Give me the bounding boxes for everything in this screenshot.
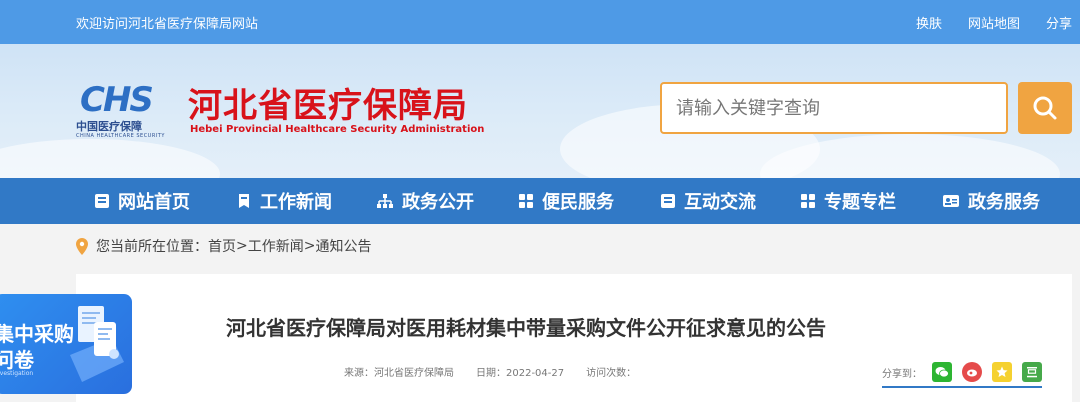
article-card: 河北省医疗保障局对医用耗材集中带量采购文件公开征求意见的公告 来源：河北省医疗保… <box>76 274 1072 402</box>
date-value: 2022-04-27 <box>506 368 565 379</box>
nav-label: 网站首页 <box>118 192 190 213</box>
weibo-icon[interactable] <box>962 362 982 382</box>
logo-cn: 中国医疗保障 <box>76 120 142 133</box>
share-divider <box>882 386 1042 388</box>
search-input[interactable] <box>660 82 1008 134</box>
chs-logo[interactable]: CHS 中国医疗保障 CHINA HEALTHCARE SECURITY <box>76 80 171 140</box>
site-subtitle: Hebei Provincial Healthcare Security Adm… <box>190 124 485 135</box>
qzone-icon[interactable] <box>992 362 1012 382</box>
doc-list-icon <box>95 194 109 208</box>
nav-label: 政务公开 <box>402 192 474 213</box>
share-link[interactable]: 分享 <box>1046 13 1072 32</box>
douban-icon[interactable] <box>1022 362 1042 382</box>
nav-label: 工作新闻 <box>260 192 332 213</box>
breadcrumb-separator: > <box>303 238 316 254</box>
nav-special[interactable]: 专题专栏 <box>800 178 896 224</box>
nav-news[interactable]: 工作新闻 <box>236 178 332 224</box>
breadcrumb-current[interactable]: 通知公告 <box>315 236 371 256</box>
nav-gov-open[interactable]: 政务公开 <box>376 178 474 224</box>
welcome-text: 欢迎访问河北省医疗保障局网站 <box>76 17 259 32</box>
breadcrumb-prefix: 您当前所在位置： <box>96 239 208 255</box>
nav-home[interactable]: 网站首页 <box>94 178 190 224</box>
banner-line2: 问卷 <box>0 348 34 372</box>
site-header: CHS 中国医疗保障 CHINA HEALTHCARE SECURITY 河北省… <box>0 44 1080 178</box>
survey-banner[interactable]: 集中采购 问卷 nvestigation <box>0 294 132 394</box>
nav-interaction[interactable]: 互动交流 <box>660 178 756 224</box>
sitemap-link[interactable]: 网站地图 <box>968 13 1020 32</box>
site-title: 河北省医疗保障局 <box>188 86 468 126</box>
share-label: 分享到： <box>882 368 922 380</box>
nav-gov-service[interactable]: 政务服务 <box>942 178 1040 224</box>
article-meta: 来源：河北省医疗保障局 日期：2022-04-27 访问次数： <box>344 364 636 379</box>
nav-label: 专题专栏 <box>824 192 896 213</box>
nav-label: 政务服务 <box>968 192 1040 213</box>
search-icon <box>1033 96 1057 120</box>
logo-text: CHS <box>80 80 154 120</box>
banner-line3: nvestigation <box>0 370 34 377</box>
date-label: 日期： <box>476 368 506 379</box>
source-value: 河北省医疗保障局 <box>374 368 454 379</box>
nav-label: 互动交流 <box>684 192 756 213</box>
top-links: 换肤 网站地图 分享 <box>916 13 1072 32</box>
breadcrumb-home[interactable]: 首页 <box>208 236 236 256</box>
date-meta: 日期：2022-04-27 <box>476 364 564 379</box>
banner-line1: 集中采购 <box>0 322 74 346</box>
search-button[interactable] <box>1018 82 1072 134</box>
org-chart-icon <box>377 194 393 208</box>
top-bar: 欢迎访问河北省医疗保障局网站 换肤 网站地图 分享 <box>0 0 1080 44</box>
location-pin-icon <box>76 237 88 255</box>
views-label: 访问次数： <box>586 368 637 379</box>
wechat-icon[interactable] <box>932 362 952 382</box>
skin-link[interactable]: 换肤 <box>916 13 942 32</box>
main-nav: 网站首页 工作新闻 政务公开 便民服务 互动交流 专题专栏 政务服务 <box>0 178 1080 224</box>
nav-services[interactable]: 便民服务 <box>518 178 614 224</box>
cloud-decoration <box>0 139 220 178</box>
grid-icon <box>519 194 533 208</box>
share-bar: 分享到： <box>882 362 1042 382</box>
id-card-icon <box>943 195 959 207</box>
breadcrumb: 您当前所在位置： 首页 > 工作新闻 > 通知公告 <box>76 236 371 256</box>
source-meta: 来源：河北省医疗保障局 <box>344 364 454 379</box>
source-label: 来源： <box>344 368 374 379</box>
logo-en: CHINA HEALTHCARE SECURITY <box>76 133 165 139</box>
breadcrumb-separator: > <box>236 238 248 254</box>
nav-label: 便民服务 <box>542 192 614 213</box>
doc-list-icon <box>661 194 675 208</box>
article-title: 河北省医疗保障局对医用耗材集中带量采购文件公开征求意见的公告 <box>226 316 826 340</box>
bookmark-icon <box>239 194 249 208</box>
breadcrumb-section[interactable]: 工作新闻 <box>248 236 304 256</box>
grid-icon <box>801 194 815 208</box>
